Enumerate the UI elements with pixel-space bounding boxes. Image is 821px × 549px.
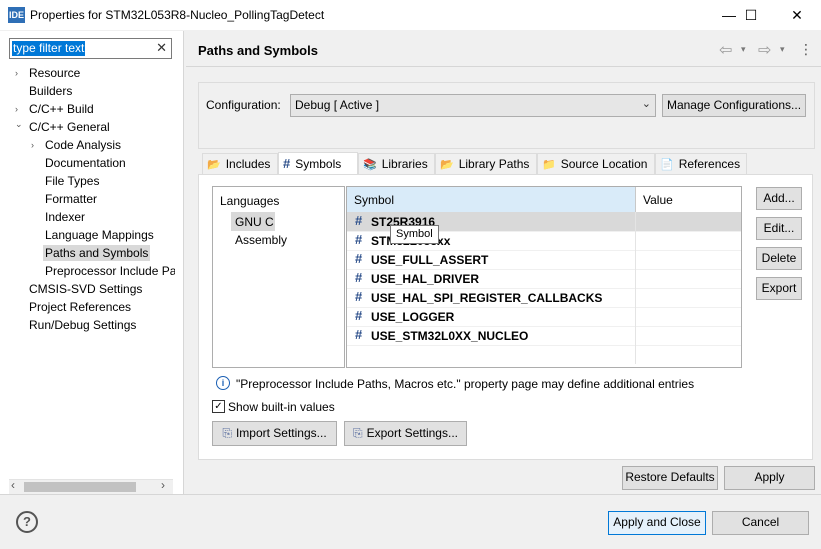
page-title: Paths and Symbols: [198, 43, 318, 58]
info-message: "Preprocessor Include Paths, Macros etc.…: [236, 377, 695, 391]
references-icon: 📄: [660, 159, 674, 171]
symbols-table: Symbol Value #ST25R3916 #STM32L053xx #US…: [346, 186, 742, 368]
tree-item-preprocessor-include[interactable]: Preprocessor Include Pat: [45, 262, 175, 280]
show-builtin-label[interactable]: Show built-in values: [228, 400, 335, 414]
import-icon: ⎘: [222, 426, 232, 440]
languages-header: Languages: [220, 194, 280, 208]
maximize-button[interactable]: ☐: [728, 0, 774, 30]
clear-filter-icon[interactable]: ✕: [156, 40, 167, 56]
column-header-symbol[interactable]: Symbol: [347, 187, 636, 212]
apply-and-close-button[interactable]: Apply and Close: [608, 511, 706, 535]
export-settings-button[interactable]: ⎘ Export Settings...: [344, 421, 467, 446]
configuration-value: Debug [ Active ]: [295, 98, 380, 112]
close-button[interactable]: ✕: [774, 0, 820, 30]
more-options-icon[interactable]: ⋮: [799, 41, 813, 58]
table-row: [347, 345, 741, 364]
show-builtin-checkbox[interactable]: ✓: [212, 400, 225, 413]
language-item-gnu-c[interactable]: GNU C: [231, 212, 275, 231]
tree-item-paths-and-symbols[interactable]: Paths and Symbols: [43, 244, 151, 262]
forward-arrow-icon[interactable]: ⇨: [758, 40, 771, 60]
tree-item-cpp-general[interactable]: ⌄ C/C++ General: [15, 118, 110, 136]
hash-icon: #: [355, 213, 363, 228]
filter-input[interactable]: type filter text ✕: [9, 38, 172, 59]
configuration-label: Configuration:: [206, 98, 281, 112]
tab-symbols[interactable]: # Symbols: [278, 152, 358, 174]
tree-item-cmsis-svd[interactable]: CMSIS-SVD Settings: [29, 280, 142, 298]
table-row[interactable]: # USE_HAL_SPI_REGISTER_CALLBACKS: [347, 288, 741, 308]
column-tooltip: Symbol: [390, 225, 439, 244]
tab-source-location[interactable]: 📁 Source Location: [537, 153, 655, 174]
cancel-button[interactable]: Cancel: [712, 511, 809, 535]
table-row[interactable]: # USE_STM32L0XX_NUCLEO: [347, 326, 741, 346]
hash-icon: #: [355, 289, 363, 304]
language-item-assembly[interactable]: Assembly: [235, 233, 287, 247]
import-settings-button[interactable]: ⎘ Import Settings...: [212, 421, 337, 446]
help-icon[interactable]: ?: [16, 511, 38, 533]
hash-icon: #: [355, 251, 363, 266]
footer-separator: [0, 494, 821, 495]
chevron-down-icon[interactable]: ⌄: [15, 115, 23, 133]
tree-item-indexer[interactable]: Indexer: [45, 208, 85, 226]
folder-icon: 📂: [207, 159, 221, 171]
folder-icon: 📂: [440, 159, 454, 171]
table-row[interactable]: # USE_LOGGER: [347, 307, 741, 327]
column-header-value[interactable]: Value: [636, 187, 740, 212]
tree-item-code-analysis[interactable]: › Code Analysis: [31, 136, 121, 154]
source-folder-icon: 📁: [542, 159, 556, 171]
table-row[interactable]: # USE_FULL_ASSERT: [347, 250, 741, 270]
tree-item-documentation[interactable]: Documentation: [45, 154, 126, 172]
configuration-select[interactable]: Debug [ Active ] ⌄: [290, 94, 656, 117]
tree-item-resource[interactable]: › Resource: [15, 64, 80, 82]
hash-icon: #: [355, 270, 363, 285]
scroll-right-icon[interactable]: ›: [161, 478, 165, 492]
horizontal-scrollbar[interactable]: ‹ ›: [9, 478, 173, 494]
table-header: Symbol Value: [347, 187, 741, 212]
scrollbar-thumb[interactable]: [24, 482, 136, 492]
chevron-right-icon[interactable]: ›: [15, 64, 18, 82]
hash-icon: #: [355, 308, 363, 323]
hash-icon: #: [355, 327, 363, 342]
tree-item-language-mappings[interactable]: Language Mappings: [45, 226, 154, 244]
tree-item-project-references[interactable]: Project References: [29, 298, 131, 316]
hash-icon: #: [283, 156, 291, 171]
table-row[interactable]: # USE_HAL_DRIVER: [347, 269, 741, 289]
manage-configurations-button[interactable]: Manage Configurations...: [662, 94, 806, 117]
window-title: Properties for STM32L053R8-Nucleo_Pollin…: [30, 8, 325, 22]
app-icon: IDE: [8, 7, 25, 23]
tree-item-run-debug[interactable]: Run/Debug Settings: [29, 316, 136, 334]
tab-references[interactable]: 📄 References: [655, 153, 747, 174]
hash-icon: #: [355, 232, 363, 247]
filter-input-text: type filter text: [12, 41, 86, 56]
restore-defaults-button[interactable]: Restore Defaults: [622, 466, 718, 490]
tab-library-paths[interactable]: 📂 Library Paths: [435, 153, 537, 174]
edit-button[interactable]: Edit...: [756, 217, 802, 240]
languages-list: Languages GNU C Assembly: [212, 186, 345, 368]
tree-item-file-types[interactable]: File Types: [45, 172, 99, 190]
chevron-right-icon[interactable]: ›: [31, 136, 34, 154]
tab-libraries[interactable]: 📚 Libraries: [358, 153, 435, 174]
chevron-down-icon: ⌄: [641, 98, 651, 110]
add-button[interactable]: Add...: [756, 187, 802, 210]
apply-button[interactable]: Apply: [724, 466, 815, 490]
tree-item-cpp-build[interactable]: › C/C++ Build: [15, 100, 94, 118]
tree-item-builders[interactable]: Builders: [29, 82, 72, 100]
forward-menu-icon[interactable]: ▾: [780, 44, 785, 55]
library-icon: 📚: [363, 159, 377, 171]
header-separator: [186, 66, 821, 67]
info-icon: i: [216, 376, 230, 390]
back-arrow-icon[interactable]: ⇦: [719, 40, 732, 60]
back-menu-icon[interactable]: ▾: [741, 44, 746, 55]
tab-includes[interactable]: 📂 Includes: [202, 153, 278, 174]
scroll-left-icon[interactable]: ‹: [11, 478, 15, 492]
export-button[interactable]: Export: [756, 277, 802, 300]
tree-item-formatter[interactable]: Formatter: [45, 190, 97, 208]
export-icon: ⎘: [353, 426, 363, 440]
delete-button[interactable]: Delete: [756, 247, 802, 270]
